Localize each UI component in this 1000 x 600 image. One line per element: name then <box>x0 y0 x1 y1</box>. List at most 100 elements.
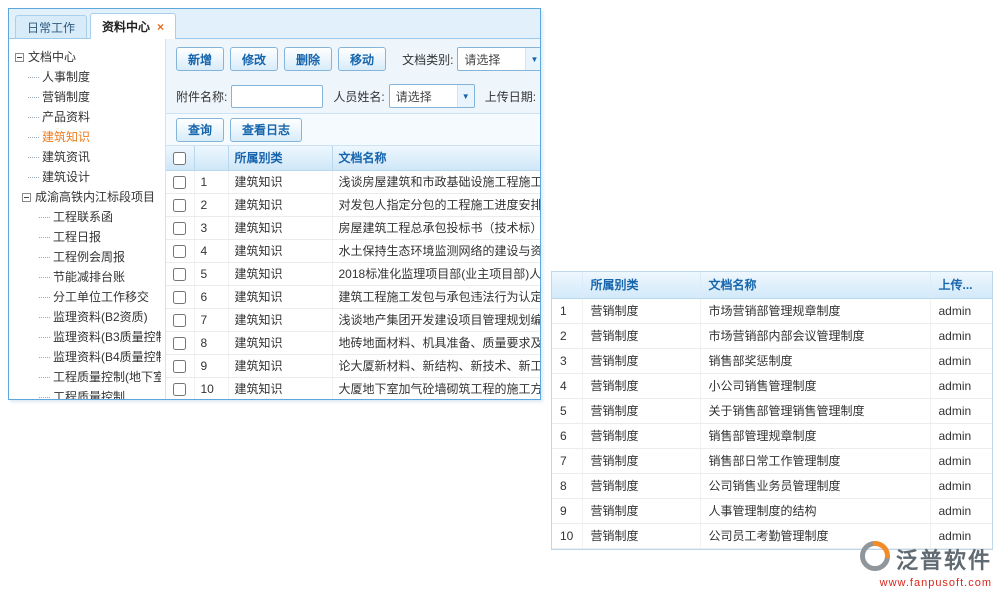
row-checkbox[interactable] <box>173 245 186 258</box>
add-button[interactable]: 新增 <box>176 47 224 71</box>
modify-button[interactable]: 修改 <box>230 47 278 71</box>
row-checkbox[interactable] <box>173 383 186 396</box>
tree-item-marketing-system[interactable]: 营销制度 <box>15 87 161 107</box>
tree-item[interactable]: 工程联系函 <box>15 207 161 227</box>
row-checkbox[interactable] <box>173 291 186 304</box>
uploader-header[interactable]: 上传... <box>930 272 993 298</box>
row-checkbox-cell <box>166 285 194 308</box>
table-row[interactable]: 2 营销制度 市场营销部内部会议管理制度 admin <box>552 323 993 348</box>
row-doc-name[interactable]: 地砖地面材料、机具准备、质量要求及... <box>332 331 540 354</box>
row-doc-name[interactable]: 关于销售部管理销售管理制度 <box>700 398 930 423</box>
row-doc-name[interactable]: 水土保持生态环境监测网络的建设与资... <box>332 239 540 262</box>
tree-item-construction-news[interactable]: 建筑资讯 <box>15 147 161 167</box>
table-row[interactable]: 7 建筑知识 浅谈地产集团开发建设项目管理规划编... <box>166 308 540 331</box>
row-checkbox[interactable] <box>173 222 186 235</box>
tree-item[interactable]: 监理资料(B3质量控制) <box>15 327 161 347</box>
doc-name-header[interactable]: 文档名称 <box>700 272 930 298</box>
tree-item[interactable]: 监理资料(B4质量控制) <box>15 347 161 367</box>
table-row[interactable]: 6 建筑知识 建筑工程施工发包与承包违法行为认定... <box>166 285 540 308</box>
tree-connector <box>39 397 50 398</box>
tree-item[interactable]: 工程质量控制(地下室) <box>15 367 161 387</box>
close-tab-icon[interactable]: × <box>157 21 164 33</box>
row-category: 营销制度 <box>582 498 700 523</box>
table-row[interactable]: 5 建筑知识 2018标准化监理项目部(业主项目部)人员... <box>166 262 540 285</box>
tree-root-project[interactable]: 成渝高铁内江标段项目 <box>15 187 161 207</box>
tab-daily-work[interactable]: 日常工作 <box>15 15 87 38</box>
table-row[interactable]: 1 建筑知识 浅谈房屋建筑和市政基础设施工程施工... <box>166 170 540 193</box>
row-checkbox[interactable] <box>173 176 186 189</box>
tab-data-center[interactable]: 资料中心 × <box>90 13 176 39</box>
tree-item-construction-design[interactable]: 建筑设计 <box>15 167 161 187</box>
table-row[interactable]: 10 建筑知识 大厦地下室加气砼墙砌筑工程的施工方... <box>166 377 540 399</box>
row-doc-name[interactable]: 房屋建筑工程总承包投标书（技术标）... <box>332 216 540 239</box>
query-button[interactable]: 查询 <box>176 118 224 142</box>
row-category: 营销制度 <box>582 473 700 498</box>
tree-item-product-data[interactable]: 产品资料 <box>15 107 161 127</box>
row-checkbox[interactable] <box>173 199 186 212</box>
view-log-button[interactable]: 查看日志 <box>230 118 302 142</box>
select-all-checkbox[interactable] <box>173 152 186 165</box>
table-row[interactable]: 4 建筑知识 水土保持生态环境监测网络的建设与资... <box>166 239 540 262</box>
row-uploader: admin <box>930 373 993 398</box>
delete-button[interactable]: 删除 <box>284 47 332 71</box>
marketing-documents-table: 所属别类 文档名称 上传... 1 营销制度 市场营销部管理规章制度 admin… <box>552 272 993 549</box>
row-index: 2 <box>194 193 228 216</box>
row-doc-name[interactable]: 大厦地下室加气砼墙砌筑工程的施工方... <box>332 377 540 399</box>
table-row[interactable]: 1 营销制度 市场营销部管理规章制度 admin <box>552 298 993 323</box>
tree-item-construction-knowledge[interactable]: 建筑知识 <box>15 127 161 147</box>
row-doc-name[interactable]: 销售部管理规章制度 <box>700 423 930 448</box>
row-checkbox[interactable] <box>173 360 186 373</box>
row-checkbox[interactable] <box>173 314 186 327</box>
tree-item[interactable]: 监理资料(B2资质) <box>15 307 161 327</box>
table-row[interactable]: 9 建筑知识 论大厦新材料、新结构、新技术、新工... <box>166 354 540 377</box>
tree-item[interactable]: 工程质量控制 <box>15 387 161 399</box>
row-doc-name[interactable]: 市场营销部内部会议管理制度 <box>700 323 930 348</box>
tree-item-personnel-system[interactable]: 人事制度 <box>15 67 161 87</box>
tree-root-document-center[interactable]: 文档中心 <box>15 47 161 67</box>
row-checkbox[interactable] <box>173 337 186 350</box>
tree-item[interactable]: 分工单位工作移交 <box>15 287 161 307</box>
collapse-icon[interactable] <box>22 193 31 202</box>
category-header[interactable]: 所属别类 <box>582 272 700 298</box>
tree-item[interactable]: 工程例会周报 <box>15 247 161 267</box>
doc-type-select[interactable]: 请选择 ▼ <box>457 47 540 71</box>
row-index: 1 <box>552 298 582 323</box>
table-row[interactable]: 6 营销制度 销售部管理规章制度 admin <box>552 423 993 448</box>
collapse-icon[interactable] <box>15 53 24 62</box>
row-index: 8 <box>552 473 582 498</box>
table-row[interactable]: 4 营销制度 小公司销售管理制度 admin <box>552 373 993 398</box>
tree-item[interactable]: 工程日报 <box>15 227 161 247</box>
row-doc-name[interactable]: 销售部奖惩制度 <box>700 348 930 373</box>
table-row[interactable]: 2 建筑知识 对发包人指定分包的工程施工进度安排... <box>166 193 540 216</box>
tree-item[interactable]: 节能减排台账 <box>15 267 161 287</box>
table-row[interactable]: 5 营销制度 关于销售部管理销售管理制度 admin <box>552 398 993 423</box>
row-doc-name[interactable]: 销售部日常工作管理制度 <box>700 448 930 473</box>
index-header <box>552 272 582 298</box>
row-doc-name[interactable]: 对发包人指定分包的工程施工进度安排... <box>332 193 540 216</box>
row-doc-name[interactable]: 建筑工程施工发包与承包违法行为认定... <box>332 285 540 308</box>
category-header[interactable]: 所属别类 <box>228 146 332 170</box>
attachment-name-input[interactable] <box>231 85 323 108</box>
row-doc-name[interactable]: 人事管理制度的结构 <box>700 498 930 523</box>
row-doc-name[interactable]: 论大厦新材料、新结构、新技术、新工... <box>332 354 540 377</box>
table-row[interactable]: 8 建筑知识 地砖地面材料、机具准备、质量要求及... <box>166 331 540 354</box>
row-checkbox[interactable] <box>173 268 186 281</box>
row-doc-name[interactable]: 浅谈房屋建筑和市政基础设施工程施工... <box>332 170 540 193</box>
row-doc-name[interactable]: 2018标准化监理项目部(业主项目部)人员... <box>332 262 540 285</box>
row-index: 2 <box>552 323 582 348</box>
row-doc-name[interactable]: 小公司销售管理制度 <box>700 373 930 398</box>
row-category: 营销制度 <box>582 373 700 398</box>
person-name-select[interactable]: 请选择 ▼ <box>389 84 475 108</box>
table-row[interactable]: 9 营销制度 人事管理制度的结构 admin <box>552 498 993 523</box>
row-doc-name[interactable]: 浅谈地产集团开发建设项目管理规划编... <box>332 308 540 331</box>
doc-name-header[interactable]: 文档名称 <box>332 146 540 170</box>
row-category: 营销制度 <box>582 448 700 473</box>
table-row[interactable]: 8 营销制度 公司销售业务员管理制度 admin <box>552 473 993 498</box>
move-button[interactable]: 移动 <box>338 47 386 71</box>
row-checkbox-cell <box>166 239 194 262</box>
table-row[interactable]: 7 营销制度 销售部日常工作管理制度 admin <box>552 448 993 473</box>
row-doc-name[interactable]: 市场营销部管理规章制度 <box>700 298 930 323</box>
table-row[interactable]: 3 营销制度 销售部奖惩制度 admin <box>552 348 993 373</box>
table-row[interactable]: 3 建筑知识 房屋建筑工程总承包投标书（技术标）... <box>166 216 540 239</box>
row-doc-name[interactable]: 公司销售业务员管理制度 <box>700 473 930 498</box>
